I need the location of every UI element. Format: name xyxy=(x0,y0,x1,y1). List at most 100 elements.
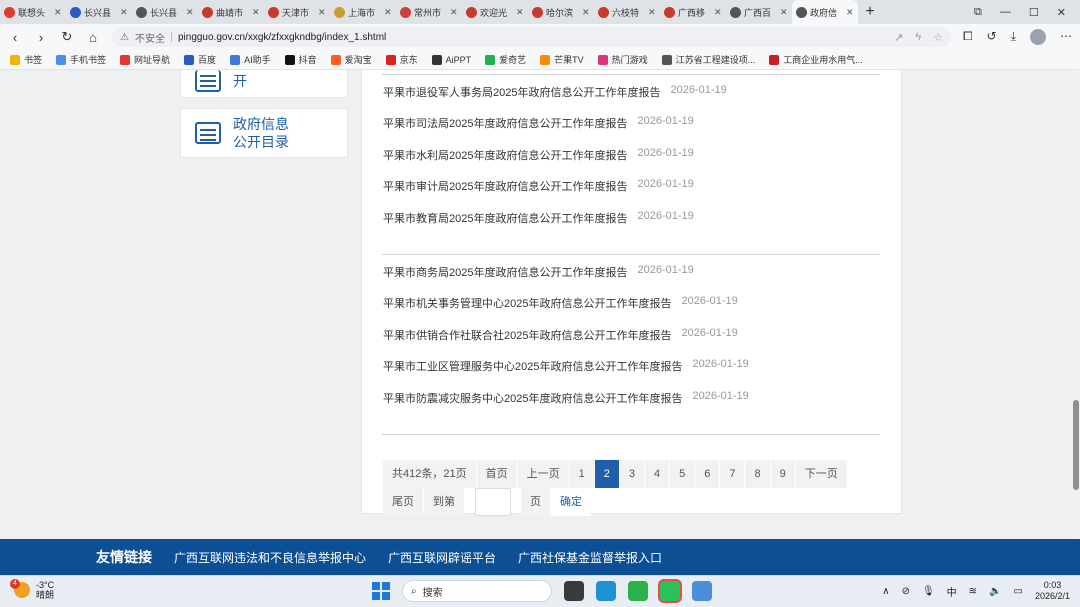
browser-tab[interactable]: 天津市 ✕ xyxy=(264,0,330,24)
close-tab-icon[interactable]: ✕ xyxy=(648,7,656,18)
bookmark-item[interactable]: 书签 xyxy=(10,53,42,66)
download-icon[interactable]: ⤓ xyxy=(1011,29,1016,45)
wechat-icon[interactable] xyxy=(660,581,680,601)
report-title-link[interactable]: 平果市退役军人事务局2025年政府信息公开工作年度报告 xyxy=(383,84,660,100)
warning-icon[interactable]: ⚠ xyxy=(120,32,129,43)
close-tab-icon[interactable]: ✕ xyxy=(780,7,788,18)
avatar[interactable] xyxy=(1030,29,1046,45)
bookmark-item[interactable]: 爱奇艺 xyxy=(485,53,526,66)
close-tab-icon[interactable]: ✕ xyxy=(252,7,260,18)
task-view-icon[interactable] xyxy=(564,581,584,601)
pager-prev[interactable]: 上一页 xyxy=(517,460,569,488)
close-tab-icon[interactable]: ✕ xyxy=(54,7,62,18)
back-icon[interactable]: ‹ xyxy=(8,30,22,45)
close-window-icon[interactable]: ✕ xyxy=(1057,6,1066,19)
report-title-link[interactable]: 平果市水利局2025年度政府信息公开工作年度报告 xyxy=(383,147,627,163)
extensions-icon[interactable]: ⧠ xyxy=(963,29,973,45)
pager-last[interactable]: 尾页 xyxy=(383,488,423,516)
network-off-icon[interactable]: ⊘ xyxy=(902,586,910,597)
close-tab-icon[interactable]: ✕ xyxy=(582,7,590,18)
page-number-button[interactable]: 6 xyxy=(695,460,720,488)
browser-tab[interactable]: 长兴县 ✕ xyxy=(132,0,198,24)
share-icon[interactable]: ↗ xyxy=(894,31,903,44)
close-tab-icon[interactable]: ✕ xyxy=(186,7,194,18)
list-item[interactable]: 平果市工业区管理服务中心2025年政府信息公开工作年度报告 2026-01-19 xyxy=(383,358,749,374)
browser-tab[interactable]: 欢迎光 ✕ xyxy=(462,0,528,24)
refresh-icon[interactable]: ↻ xyxy=(60,29,74,45)
pager-confirm-button[interactable]: 确定 xyxy=(551,488,591,516)
close-tab-icon[interactable]: ✕ xyxy=(846,7,854,18)
edge-icon[interactable] xyxy=(596,581,616,601)
browser-tab[interactable]: 曲靖市 ✕ xyxy=(198,0,264,24)
page-number-button[interactable]: 7 xyxy=(720,460,745,488)
page-number-button[interactable]: 8 xyxy=(745,460,770,488)
page-number-button[interactable]: 5 xyxy=(670,460,695,488)
browser-tab[interactable]: 长兴县 ✕ xyxy=(66,0,132,24)
browser-tab[interactable]: 广西移 ✕ xyxy=(660,0,726,24)
browser-tab[interactable]: 联想头 ✕ xyxy=(0,0,66,24)
list-item[interactable]: 平果市防震减灾服务中心2025年度政府信息公开工作年度报告 2026-01-19 xyxy=(383,390,749,406)
list-item[interactable]: 平果市商务局2025年度政府信息公开工作年度报告 2026-01-19 xyxy=(383,264,694,280)
browser-tab[interactable]: 上海市 ✕ xyxy=(330,0,396,24)
tool-app-icon[interactable] xyxy=(692,581,712,601)
browser-tab[interactable]: 政府信 ✕ xyxy=(792,0,858,24)
volume-icon[interactable]: 🔈 xyxy=(989,586,1001,597)
forward-icon[interactable]: › xyxy=(34,30,48,45)
page-number-button[interactable]: 1 xyxy=(569,460,594,488)
bookmark-item[interactable]: 热门游戏 xyxy=(597,53,648,66)
pager-first[interactable]: 首页 xyxy=(476,460,517,488)
browser-tab[interactable]: 六枝特 ✕ xyxy=(594,0,660,24)
page-number-button[interactable]: 4 xyxy=(644,460,670,488)
browser-tab[interactable]: 哈尔滨 ✕ xyxy=(528,0,594,24)
bookmark-item[interactable]: 京东 xyxy=(385,53,418,66)
list-item[interactable]: 平果市机关事务管理中心2025年政府信息公开工作年度报告 2026-01-19 xyxy=(383,295,738,311)
bookmark-item[interactable]: 江苏省工程建设项... xyxy=(661,53,755,66)
start-icon[interactable] xyxy=(372,582,390,600)
list-item[interactable]: 平果市水利局2025年度政府信息公开工作年度报告 2026-01-19 xyxy=(383,147,694,163)
footer-link[interactable]: 广西互联网辟谣平台 xyxy=(388,549,496,566)
report-title-link[interactable]: 平果市工业区管理服务中心2025年政府信息公开工作年度报告 xyxy=(383,358,682,374)
footer-link[interactable]: 广西社保基金监督举报入口 xyxy=(518,549,662,566)
browser-tab[interactable]: 广西百 ✕ xyxy=(726,0,792,24)
bolt-icon[interactable]: ϟ xyxy=(915,31,921,44)
history-icon[interactable]: ↺ xyxy=(987,29,997,45)
mic-icon[interactable]: 🎙 xyxy=(922,586,935,597)
bookmark-item[interactable]: AiPPT xyxy=(431,54,471,65)
scrollbar-thumb[interactable] xyxy=(1073,400,1079,490)
page-scrollbar[interactable] xyxy=(1072,70,1080,539)
sidebar-card-partial[interactable]: 开 xyxy=(180,70,348,98)
close-tab-icon[interactable]: ✕ xyxy=(120,7,128,18)
report-title-link[interactable]: 平果市教育局2025年度政府信息公开工作年度报告 xyxy=(383,210,627,226)
menu-icon[interactable]: ⋯ xyxy=(1060,29,1072,45)
wifi-icon[interactable]: ≋ xyxy=(969,586,977,597)
close-tab-icon[interactable]: ✕ xyxy=(318,7,326,18)
report-title-link[interactable]: 平果市商务局2025年度政府信息公开工作年度报告 xyxy=(383,264,627,280)
report-title-link[interactable]: 平果市防震减灾服务中心2025年度政府信息公开工作年度报告 xyxy=(383,390,682,406)
page-number-button[interactable]: 3 xyxy=(619,460,644,488)
weather-widget[interactable]: 4 -3°C 晴朗 xyxy=(10,579,54,600)
bookmark-item[interactable]: 抖音 xyxy=(284,53,317,66)
browser-tab[interactable]: 常州市 ✕ xyxy=(396,0,462,24)
list-item[interactable]: 平果市教育局2025年度政府信息公开工作年度报告 2026-01-19 xyxy=(383,210,694,226)
bookmark-item[interactable]: 工商企业用水用气... xyxy=(769,53,863,66)
page-number-button[interactable]: 2 xyxy=(594,460,619,488)
report-title-link[interactable]: 平果市司法局2025年度政府信息公开工作年度报告 xyxy=(383,115,627,131)
bookmark-item[interactable]: AI助手 xyxy=(230,53,271,66)
list-item[interactable]: 平果市退役军人事务局2025年政府信息公开工作年度报告 2026-01-19 xyxy=(383,84,727,100)
chevron-up-icon[interactable]: ∧ xyxy=(882,586,889,597)
bookmark-item[interactable]: 百度 xyxy=(184,53,216,66)
close-tab-icon[interactable]: ✕ xyxy=(384,7,392,18)
list-item[interactable]: 平果市审计局2025年度政府信息公开工作年度报告 2026-01-19 xyxy=(383,178,694,194)
clock[interactable]: 0:03 2026/2/1 xyxy=(1035,580,1070,602)
battery-icon[interactable]: ▭ xyxy=(1014,586,1023,597)
bookmark-item[interactable]: 爱淘宝 xyxy=(330,53,372,66)
address-bar[interactable]: ⚠ 不安全 pingguo.gov.cn/xxgk/zfxxgkndbg/ind… xyxy=(112,27,952,47)
report-title-link[interactable]: 平果市供销合作社联合社2025年政府信息公开工作年度报告 xyxy=(383,327,671,343)
bookmark-item[interactable]: 网址导航 xyxy=(120,53,170,66)
bookmark-item[interactable]: 芒果TV xyxy=(540,53,584,66)
footer-link[interactable]: 广西互联网违法和不良信息举报中心 xyxy=(174,549,366,566)
close-tab-icon[interactable]: ✕ xyxy=(516,7,524,18)
ime-indicator[interactable]: 中 xyxy=(947,584,957,599)
maximize-icon[interactable]: ☐ xyxy=(1029,6,1039,19)
page-number-button[interactable]: 9 xyxy=(770,460,795,488)
